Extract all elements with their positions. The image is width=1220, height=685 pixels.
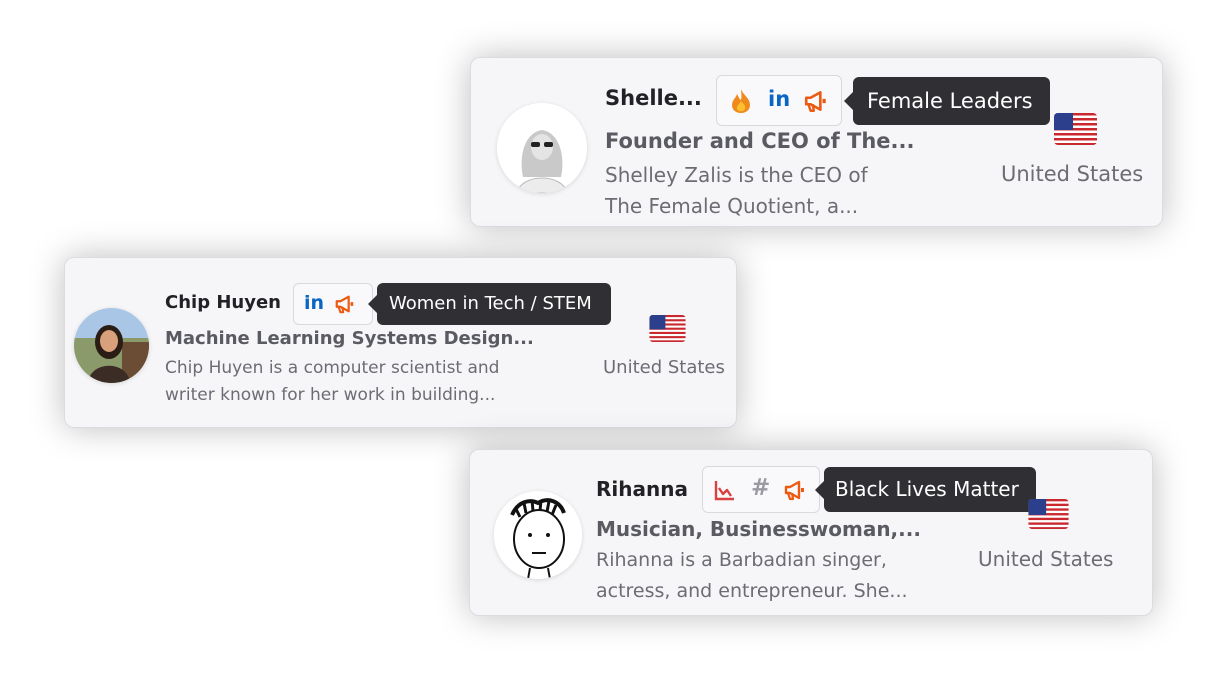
- tooltip-female-leaders: Female Leaders: [844, 77, 1050, 125]
- profile-name[interactable]: Chip Huyen: [165, 292, 281, 313]
- avatar: [74, 308, 149, 383]
- profile-card-shelley[interactable]: Shelle... in Female Leaders Founder and …: [470, 57, 1163, 227]
- bio-line: The Female Quotient, a...: [605, 194, 859, 218]
- profile-card-rihanna[interactable]: Rihanna # Black Lives Matter Musician, B…: [469, 449, 1153, 616]
- profile-card-chip-huyen[interactable]: Chip Huyen in Women in Tech / STEM Machi…: [64, 257, 737, 428]
- profile-photo: [494, 491, 582, 579]
- profile-title: Founder and CEO of The...: [605, 129, 915, 153]
- profile-bio: Rihanna is a Barbadian singer, actress, …: [596, 545, 908, 607]
- bio-line: actress, and entrepreneur. She...: [596, 580, 908, 602]
- social-icons: in: [716, 75, 842, 126]
- megaphone-icon[interactable]: [334, 293, 356, 315]
- social-icons: #: [702, 466, 820, 513]
- linkedin-icon[interactable]: in: [768, 87, 790, 111]
- tooltip-black-lives-matter: Black Lives Matter: [815, 467, 1036, 512]
- bio-line: Shelley Zalis is the CEO of: [605, 163, 868, 187]
- profile-photo: [74, 308, 149, 383]
- social-icons: in: [293, 283, 373, 325]
- profile-bio: Shelley Zalis is the CEO of The Female Q…: [605, 160, 868, 222]
- profile-country: United States: [978, 547, 1114, 571]
- fire-icon[interactable]: [729, 88, 753, 114]
- avatar: [494, 491, 582, 579]
- us-flag-icon: [649, 315, 686, 342]
- profile-title: Machine Learning Systems Design...: [165, 328, 534, 349]
- us-flag-icon: [1054, 113, 1097, 145]
- profile-title: Musician, Businesswoman,...: [596, 517, 921, 541]
- megaphone-icon[interactable]: [783, 478, 807, 502]
- avatar: [497, 103, 587, 193]
- profile-country: United States: [1001, 162, 1144, 186]
- tooltip-women-in-tech: Women in Tech / STEM: [368, 283, 611, 325]
- hashtag-icon[interactable]: #: [751, 475, 770, 501]
- trending-chart-icon[interactable]: [713, 478, 737, 502]
- profile-country: United States: [603, 357, 725, 378]
- profile-name[interactable]: Shelle...: [605, 86, 702, 110]
- bio-line: Rihanna is a Barbadian singer,: [596, 549, 887, 571]
- bio-line: writer known for her work in building...: [165, 385, 496, 405]
- linkedin-icon[interactable]: in: [304, 292, 324, 314]
- bio-line: Chip Huyen is a computer scientist and: [165, 358, 500, 378]
- profile-name[interactable]: Rihanna: [596, 477, 688, 501]
- us-flag-icon: [1028, 499, 1069, 529]
- profile-photo: [497, 103, 587, 193]
- profile-bio: Chip Huyen is a computer scientist and w…: [165, 355, 499, 409]
- megaphone-icon[interactable]: [803, 88, 829, 114]
